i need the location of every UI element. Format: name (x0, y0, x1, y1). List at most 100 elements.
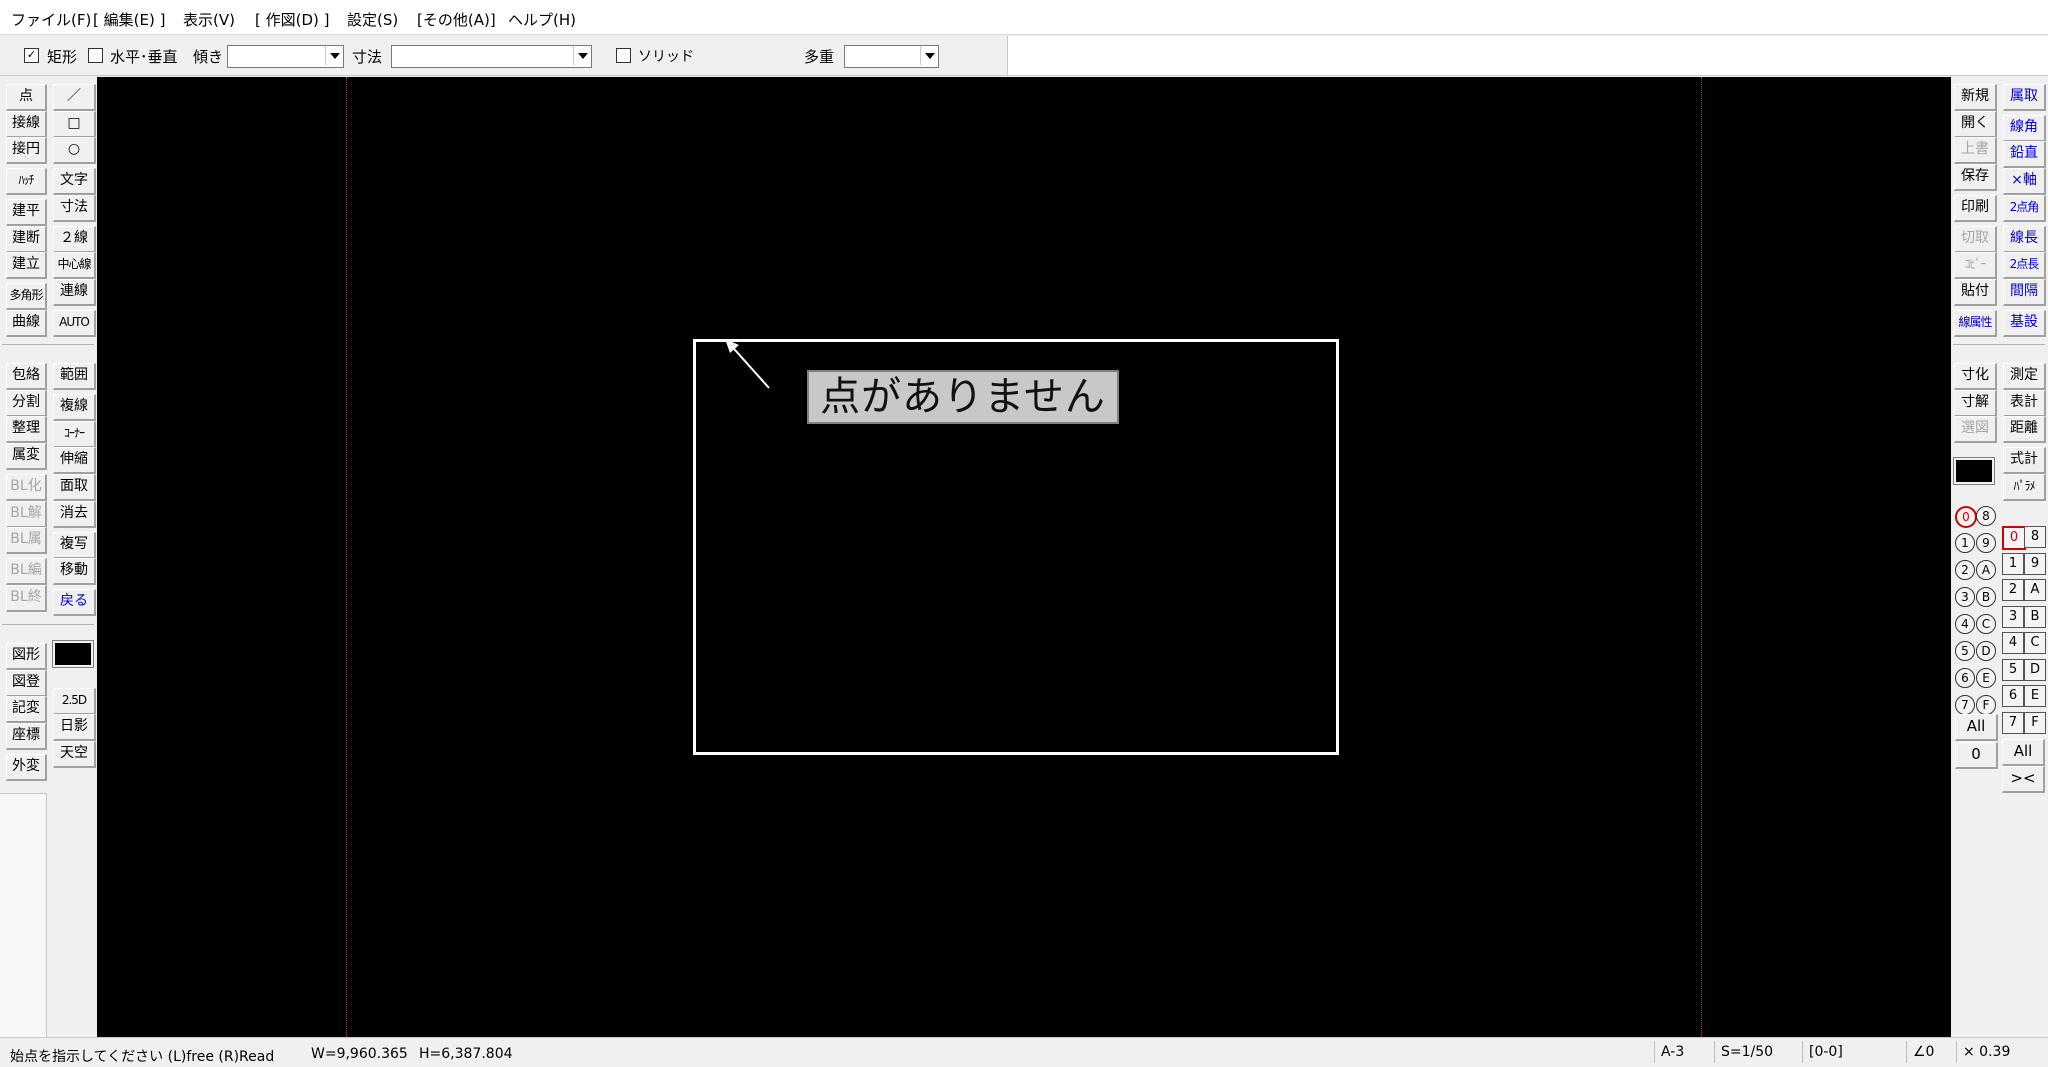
table-calc-button[interactable]: 表計 (2003, 390, 2046, 417)
layer-group-8[interactable]: 8 (1976, 506, 1996, 526)
tool-range[interactable]: 範囲 (53, 363, 96, 390)
tool-symbol-change[interactable]: 記変 (6, 696, 47, 723)
menu-other[interactable]: [その他(A)] (417, 9, 496, 30)
tool-stretch[interactable]: 伸縮 (53, 447, 96, 474)
layer-group-e[interactable]: E (1976, 668, 1996, 688)
layer-4[interactable]: 4 (2002, 632, 2024, 654)
layer-0[interactable]: 0 (2002, 526, 2026, 550)
layer-5[interactable]: 5 (2002, 659, 2024, 681)
tool-copy[interactable]: 複写 (53, 532, 96, 559)
layer-f[interactable]: F (2024, 712, 2046, 734)
x-axis-button[interactable]: ×軸 (2003, 168, 2046, 195)
layer-group-9[interactable]: 9 (1976, 533, 1996, 553)
base-set-button[interactable]: 基設 (2003, 310, 2046, 337)
measure-button[interactable]: 測定 (2003, 363, 2046, 390)
file-new-button[interactable]: 新規 (1954, 84, 1997, 111)
tool-tangent-line[interactable]: 接線 (6, 111, 47, 138)
tool-erase[interactable]: 消去 (53, 501, 96, 528)
status-paper-size[interactable]: A-3 (1654, 1041, 1721, 1063)
layer-close-button[interactable]: >< (2002, 766, 2045, 793)
tool-center-line[interactable]: 中心線 (53, 252, 96, 279)
layer-c[interactable]: C (2024, 632, 2046, 654)
tool-curve[interactable]: 曲線 (6, 310, 47, 337)
layer-a[interactable]: A (2024, 579, 2046, 601)
layer-6[interactable]: 6 (2002, 685, 2024, 707)
file-save-button[interactable]: 保存 (1954, 164, 1997, 191)
menu-draw[interactable]: [ 作図(D) ] (255, 9, 330, 30)
tool-dimension[interactable]: 寸法 (53, 195, 96, 222)
layer-b[interactable]: B (2024, 606, 2046, 628)
tool-arrange[interactable]: 整理 (6, 416, 47, 443)
layer-7[interactable]: 7 (2002, 712, 2024, 734)
layer-9[interactable]: 9 (2024, 553, 2046, 575)
tool-plan[interactable]: 建平 (6, 199, 47, 226)
tool-block-edit[interactable]: BL編 (6, 558, 47, 585)
vertical-button[interactable]: 鉛直 (2003, 141, 2046, 168)
drawing-canvas[interactable]: 点がありません (97, 77, 1951, 1037)
tool-auto[interactable]: AUTO (53, 310, 96, 337)
tool-circle[interactable]: ○ (53, 137, 96, 164)
tool-undo[interactable]: 戻る (53, 589, 96, 616)
tool-hatch[interactable]: ﾊｯﾁ (6, 168, 47, 195)
paste-button[interactable]: 貼付 (1954, 279, 1997, 306)
tool-continuous-line[interactable]: 連線 (53, 279, 96, 306)
layer-group-0[interactable]: 0 (1955, 506, 1977, 528)
formula-calc-button[interactable]: 式計 (2003, 447, 2046, 474)
tool-figure-register[interactable]: 図登 (6, 670, 47, 697)
dim-convert-button[interactable]: 寸化 (1954, 363, 1997, 390)
tool-tangent-circle[interactable]: 接円 (6, 137, 47, 164)
menu-edit[interactable]: [ 編集(E) ] (93, 9, 165, 30)
tool-chamfer[interactable]: 面取 (53, 474, 96, 501)
tool-point[interactable]: 点 (6, 84, 47, 111)
tool-figure[interactable]: 図形 (6, 643, 47, 670)
layer-e[interactable]: E (2024, 685, 2046, 707)
file-overwrite-button[interactable]: 上書 (1954, 137, 1997, 164)
dim-release-button[interactable]: 寸解 (1954, 390, 1997, 417)
layer-group-f[interactable]: F (1976, 695, 1996, 715)
tool-text[interactable]: 文字 (53, 168, 96, 195)
tool-block-end[interactable]: BL終 (6, 585, 47, 612)
tool-divide[interactable]: 分割 (6, 390, 47, 417)
chevron-down-icon[interactable] (325, 46, 343, 65)
tool-block-make[interactable]: BL化 (6, 474, 47, 501)
layer-group-1[interactable]: 1 (1955, 533, 1975, 553)
chevron-down-icon[interactable] (573, 46, 591, 65)
tool-line[interactable]: ／ (53, 84, 96, 111)
layer-group-4[interactable]: 4 (1955, 614, 1975, 634)
layer-group-c[interactable]: C (1976, 614, 1996, 634)
tool-attr-change[interactable]: 属変 (6, 443, 47, 470)
status-scale[interactable]: S=1/50 (1714, 1041, 1809, 1063)
tool-polygon[interactable]: 多角形 (6, 283, 47, 310)
layer-group-5[interactable]: 5 (1955, 641, 1975, 661)
layer-group-7[interactable]: 7 (1955, 695, 1975, 715)
chevron-down-icon[interactable] (920, 46, 938, 65)
cut-button[interactable]: 切取 (1954, 226, 1997, 253)
file-open-button[interactable]: 開く (1954, 111, 1997, 138)
layer-group-all-button[interactable]: All (1955, 714, 1998, 741)
line-length-button[interactable]: 線長 (2003, 226, 2046, 253)
layer-group-zero-button[interactable]: 0 (1955, 742, 1998, 769)
menu-settings[interactable]: 設定(S) (347, 9, 398, 30)
menu-help[interactable]: ヘルプ(H) (508, 9, 576, 30)
layer-3[interactable]: 3 (2002, 606, 2024, 628)
parameter-button[interactable]: ﾊﾟﾗﾒ (2003, 474, 2046, 501)
tool-sun-shadow[interactable]: 日影 (53, 714, 96, 741)
layer-1[interactable]: 1 (2002, 553, 2024, 575)
tool-envelope[interactable]: 包絡 (6, 363, 47, 390)
tool-corner[interactable]: ｺｰﾅｰ (53, 421, 96, 448)
menu-view[interactable]: 表示(V) (183, 9, 235, 30)
menu-file[interactable]: ファイル(F) (11, 9, 91, 30)
layer-group-d[interactable]: D (1976, 641, 1996, 661)
interval-button[interactable]: 間隔 (2003, 279, 2046, 306)
line-angle-button[interactable]: 線角 (2003, 115, 2046, 142)
copy-button[interactable]: ｺﾋﾟｰ (1954, 252, 1997, 279)
print-button[interactable]: 印刷 (1954, 195, 1997, 222)
layer-all-button[interactable]: All (2002, 739, 2045, 766)
tool-block-release[interactable]: BL解 (6, 501, 47, 528)
dim-combo[interactable] (391, 45, 592, 68)
solid-checkbox[interactable] (616, 48, 631, 63)
attr-pick-button[interactable]: 属取 (2003, 84, 2046, 111)
two-point-length-button[interactable]: 2点長 (2003, 252, 2046, 279)
status-layer[interactable]: [0-0] (1802, 1041, 1913, 1063)
tool-block-attr[interactable]: BL属 (6, 527, 47, 554)
